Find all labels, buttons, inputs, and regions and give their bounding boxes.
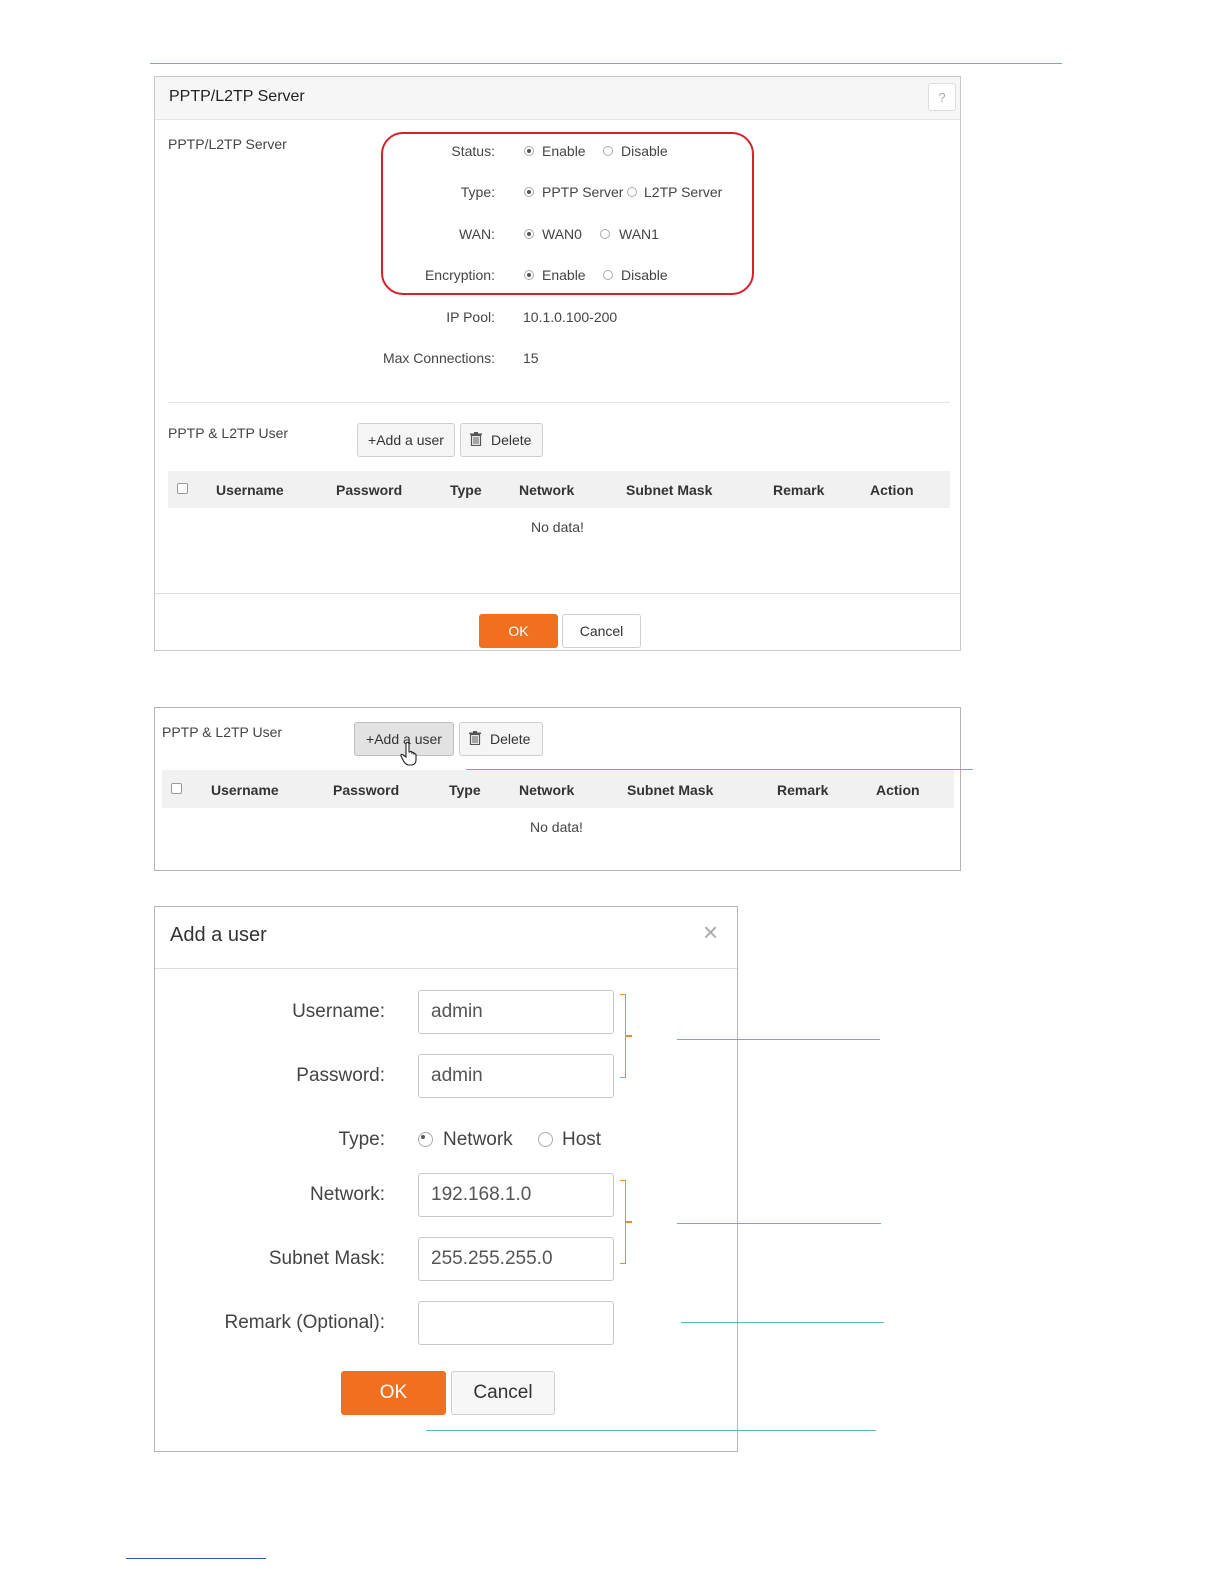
callout-line-credentials <box>677 1039 880 1040</box>
section-divider <box>168 402 950 403</box>
column-username: Username <box>216 482 284 498</box>
user-section-label: PPTP & L2TP User <box>168 425 289 441</box>
wan0-radio[interactable] <box>524 229 534 239</box>
cancel-label: Cancel <box>579 623 624 639</box>
section-label-server: PPTP/L2TP Server <box>168 136 287 152</box>
wan1-label: WAN1 <box>619 226 659 242</box>
close-icon[interactable]: × <box>703 917 718 948</box>
user-table-header: Username Password Type Network Subnet Ma… <box>162 770 954 808</box>
panel-header: PPTP/L2TP Server ? <box>155 77 960 120</box>
column-password: Password <box>333 782 400 798</box>
column-network: Network <box>519 782 575 798</box>
add-user-button[interactable]: +Add a user <box>357 423 455 457</box>
ok-button[interactable]: OK <box>479 614 558 648</box>
type-label: Type: <box>338 1129 385 1150</box>
column-username: Username <box>211 782 279 798</box>
hand-cursor-icon <box>400 742 417 766</box>
select-all-checkbox[interactable] <box>177 483 188 494</box>
select-all-checkbox[interactable] <box>171 783 182 794</box>
type-pptp-radio[interactable] <box>524 187 534 197</box>
type-label: Type: <box>460 184 495 200</box>
status-disable-radio[interactable] <box>603 146 613 156</box>
column-type: Type <box>450 482 482 498</box>
column-type: Type <box>449 782 481 798</box>
help-button[interactable]: ? <box>928 83 956 111</box>
column-network: Network <box>519 482 575 498</box>
password-field[interactable] <box>418 1054 614 1098</box>
ip-pool-label: IP Pool: <box>446 309 495 325</box>
callout-line-network <box>677 1223 881 1224</box>
type-host-label: Host <box>562 1129 602 1150</box>
status-enable-radio[interactable] <box>524 146 534 156</box>
column-action: Action <box>876 782 920 798</box>
pptp-l2tp-server-panel: PPTP/L2TP Server ? PPTP/L2TP Server Stat… <box>154 76 961 651</box>
type-pptp-label: PPTP Server <box>542 184 624 200</box>
type-network-radio[interactable] <box>418 1132 433 1147</box>
user-section-label: PPTP & L2TP User <box>162 724 283 740</box>
max-connections-label: Max Connections: <box>382 350 495 366</box>
type-l2tp-radio[interactable] <box>627 187 637 197</box>
username-field[interactable] <box>418 990 614 1034</box>
max-connections-value: 15 <box>523 350 539 366</box>
column-remark: Remark <box>773 482 825 498</box>
status-disable-label: Disable <box>621 143 668 159</box>
no-data-message: No data! <box>531 519 584 535</box>
footer-link-underline <box>126 1558 266 1559</box>
header-rule <box>150 63 1062 64</box>
subnet-mask-label: Subnet Mask: <box>268 1248 385 1269</box>
column-password: Password <box>336 482 403 498</box>
remark-label: Remark (Optional): <box>224 1312 386 1333</box>
username-label: Username: <box>292 1001 385 1022</box>
status-enable-label: Enable <box>542 143 586 159</box>
encryption-disable-label: Disable <box>621 267 668 283</box>
delete-label: Delete <box>490 731 531 747</box>
type-network-label: Network <box>443 1129 513 1150</box>
add-user-label: +Add a user <box>368 432 444 448</box>
dialog-cancel-label: Cancel <box>473 1382 533 1403</box>
remark-field[interactable] <box>418 1301 614 1345</box>
dialog-header-divider <box>155 968 737 969</box>
trash-icon <box>469 731 481 745</box>
encryption-enable-radio[interactable] <box>524 270 534 280</box>
trash-icon <box>470 432 482 446</box>
column-subnet-mask: Subnet Mask <box>626 482 713 498</box>
no-data-message: No data! <box>530 819 583 835</box>
network-field[interactable] <box>418 1173 614 1217</box>
dialog-ok-label: OK <box>379 1382 408 1403</box>
password-label: Password: <box>296 1065 385 1086</box>
encryption-disable-radio[interactable] <box>603 270 613 280</box>
dialog-cancel-button[interactable]: Cancel <box>451 1371 555 1415</box>
network-label: Network: <box>310 1184 385 1205</box>
callout-line-ok <box>426 1430 876 1431</box>
ip-pool-value: 10.1.0.100-200 <box>523 309 618 325</box>
subnet-mask-field[interactable] <box>418 1237 614 1281</box>
dialog-ok-button[interactable]: OK <box>341 1371 446 1415</box>
user-table-header: Username Password Type Network Subnet Ma… <box>168 471 950 508</box>
column-action: Action <box>870 482 914 498</box>
status-label: Status: <box>451 143 495 159</box>
type-l2tp-label: L2TP Server <box>644 184 723 200</box>
type-host-radio[interactable] <box>538 1132 553 1147</box>
column-subnet-mask: Subnet Mask <box>627 782 714 798</box>
footer-divider <box>155 593 960 594</box>
credentials-bracket <box>620 994 632 1078</box>
wan0-label: WAN0 <box>542 226 582 242</box>
cancel-button[interactable]: Cancel <box>562 614 641 648</box>
add-user-dialog: Add a user × Username: Password: Type: N… <box>154 906 738 1452</box>
dialog-title: Add a user <box>170 924 267 946</box>
encryption-enable-label: Enable <box>542 267 586 283</box>
delete-button[interactable]: Delete <box>459 722 543 756</box>
encryption-label: Encryption: <box>424 267 495 283</box>
wan1-radio[interactable] <box>600 229 610 239</box>
panel-title: PPTP/L2TP Server <box>169 88 305 105</box>
column-remark: Remark <box>777 782 829 798</box>
wan-label: WAN: <box>458 226 495 242</box>
delete-button[interactable]: Delete <box>460 423 543 457</box>
pptp-l2tp-user-panel: PPTP & L2TP User +Add a user Delete User… <box>154 707 961 871</box>
network-bracket <box>620 1180 632 1264</box>
callout-line-add-user <box>466 769 973 770</box>
callout-line-remark <box>681 1322 884 1323</box>
ok-label: OK <box>508 623 529 639</box>
delete-label: Delete <box>491 432 532 448</box>
